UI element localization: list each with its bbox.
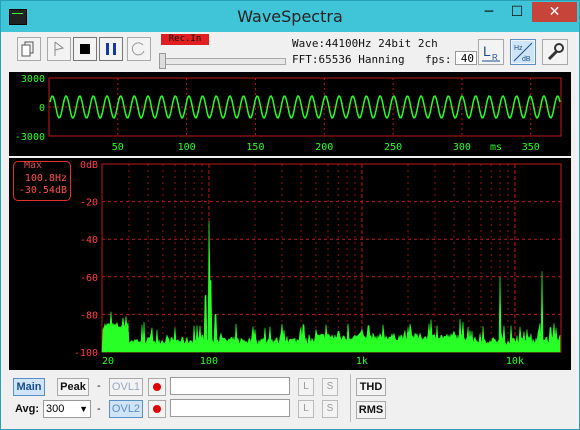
pause-icon: [106, 43, 116, 55]
ovl1-button[interactable]: OVL1: [109, 378, 143, 396]
waveform-x-tick-label: 50: [112, 142, 124, 153]
pause-button[interactable]: [99, 37, 123, 61]
waveform-x-tick-label: 300: [453, 142, 471, 153]
app-window: WaveSpectra ─ ☐ ✕ Rec.In Wave:44100Hz 24…: [0, 0, 580, 430]
fps-value: 40: [455, 51, 477, 65]
waveform-panel: 3000 0 -3000 50 100 150 200 250 300 350 ms: [9, 72, 571, 156]
overlay2-record-button[interactable]: [148, 400, 166, 418]
record-dot-icon: [153, 405, 161, 413]
spectrum-x-tick-label: 20: [102, 356, 114, 367]
rec-input-badge: Rec.In: [161, 34, 209, 45]
spectrum-x-tick-label: 1k: [356, 356, 368, 367]
wrench-icon: [547, 43, 564, 61]
overlay2-s-button[interactable]: S: [322, 400, 338, 418]
copy-icon: [21, 41, 34, 57]
spectrum-display: 0dB -20 -40 -60 -80 -100 20 100 1k 10k: [74, 160, 562, 367]
ovl2-button[interactable]: OVL2: [109, 400, 143, 418]
waveform-y-tick-label: 0: [39, 103, 45, 114]
spectrum-panel: 0dB -20 -40 -60 -80 -100 20 100 1k 10k Max 100.8H…: [9, 158, 571, 370]
spectrum-y-tick-label: -60: [80, 273, 98, 284]
divider: [350, 374, 351, 422]
overlay1-l-button[interactable]: L: [298, 378, 314, 396]
spectrum-y-tick-label: 0dB: [80, 160, 98, 171]
close-button[interactable]: ✕: [532, 2, 577, 22]
marker-button[interactable]: [47, 37, 71, 61]
svg-text:L: L: [483, 43, 491, 59]
lr-channel-button[interactable]: LR: [478, 39, 504, 65]
overlay1-record-button[interactable]: [148, 378, 166, 396]
waveform-y-tick-label: 3000: [21, 74, 45, 85]
svg-text:dB: dB: [522, 56, 531, 63]
waveform-y-tick-label: -3000: [15, 132, 45, 143]
fps-label: fps:: [425, 53, 452, 66]
loop-button[interactable]: [127, 37, 151, 61]
spectrum-grid: [101, 164, 562, 352]
waveform-x-tick-label: 250: [384, 142, 402, 153]
main-button[interactable]: Main: [13, 378, 45, 396]
svg-text:Hz: Hz: [514, 45, 523, 52]
toolbar: Rec.In Wave:44100Hz 24bit 2ch FFT:65536 …: [9, 33, 575, 71]
wave-format-info: Wave:44100Hz 24bit 2ch: [292, 37, 438, 50]
spectrum-x-tick-label: 10k: [506, 356, 524, 367]
thd-button[interactable]: THD: [356, 378, 386, 396]
maximize-button[interactable]: ☐: [504, 2, 530, 22]
peak-readout: Max 100.8Hz -30.54dB: [13, 160, 71, 201]
stop-button[interactable]: [73, 37, 97, 61]
waveform-x-tick-label: 100: [178, 142, 196, 153]
overlay2-l-button[interactable]: L: [298, 400, 314, 418]
hz-db-scale-button[interactable]: Hz dB: [510, 39, 536, 65]
spectrum-y-tick-label: -20: [80, 198, 98, 209]
waveform-x-tick-label: 200: [315, 142, 333, 153]
rms-button[interactable]: RMS: [356, 401, 386, 419]
peak-frequency: 100.8Hz: [24, 173, 67, 184]
spectrum-frame: [101, 163, 562, 353]
spectrum-y-tick-label: -40: [80, 235, 98, 246]
copy-button[interactable]: [17, 37, 41, 61]
spectrum-y-tick-label: -100: [74, 348, 98, 359]
waveform-x-tick-label: 350: [522, 142, 540, 153]
lr-icon: LR: [482, 43, 500, 62]
waveform-x-tick-label: 150: [246, 142, 264, 153]
stop-icon: [80, 44, 90, 54]
title-bar: WaveSpectra ─ ☐ ✕: [1, 1, 579, 32]
spectrum-x-tick-label: 100: [200, 356, 218, 367]
chevron-down-icon: ▼: [79, 404, 88, 414]
minimize-button[interactable]: ─: [476, 2, 502, 22]
peak-button[interactable]: Peak: [57, 378, 89, 396]
separator-dash: -: [97, 380, 101, 392]
overlay1-s-button[interactable]: S: [322, 378, 338, 396]
record-dot-icon: [153, 383, 161, 391]
peak-title: Max: [24, 160, 43, 171]
fft-info: FFT:65536 Hanning: [292, 53, 405, 66]
overlay2-name-field[interactable]: [170, 399, 290, 417]
marker-icon: [54, 41, 65, 56]
settings-button[interactable]: [542, 39, 568, 65]
hz-db-icon: Hz dB: [512, 41, 534, 63]
average-value: 300: [46, 403, 65, 415]
peak-level: -30.54dB: [18, 185, 67, 196]
spectrum-y-tick-label: -80: [80, 310, 98, 321]
record-level-slider-thumb[interactable]: [159, 53, 166, 69]
record-level-slider[interactable]: [159, 58, 286, 65]
bottom-controls: Main Peak - OVL1 L S Avg: 300 ▼ - OVL2 L …: [9, 372, 575, 427]
avg-label: Avg:: [15, 403, 40, 415]
overlay1-name-field[interactable]: [170, 377, 290, 395]
average-select[interactable]: 300 ▼: [43, 400, 91, 418]
waveform-x-unit: ms: [490, 142, 502, 153]
separator-dash: -: [97, 403, 101, 415]
loop-icon: [131, 42, 145, 56]
waveform-display: 3000 0 -3000 50 100 150 200 250 300 350 ms: [15, 74, 562, 153]
